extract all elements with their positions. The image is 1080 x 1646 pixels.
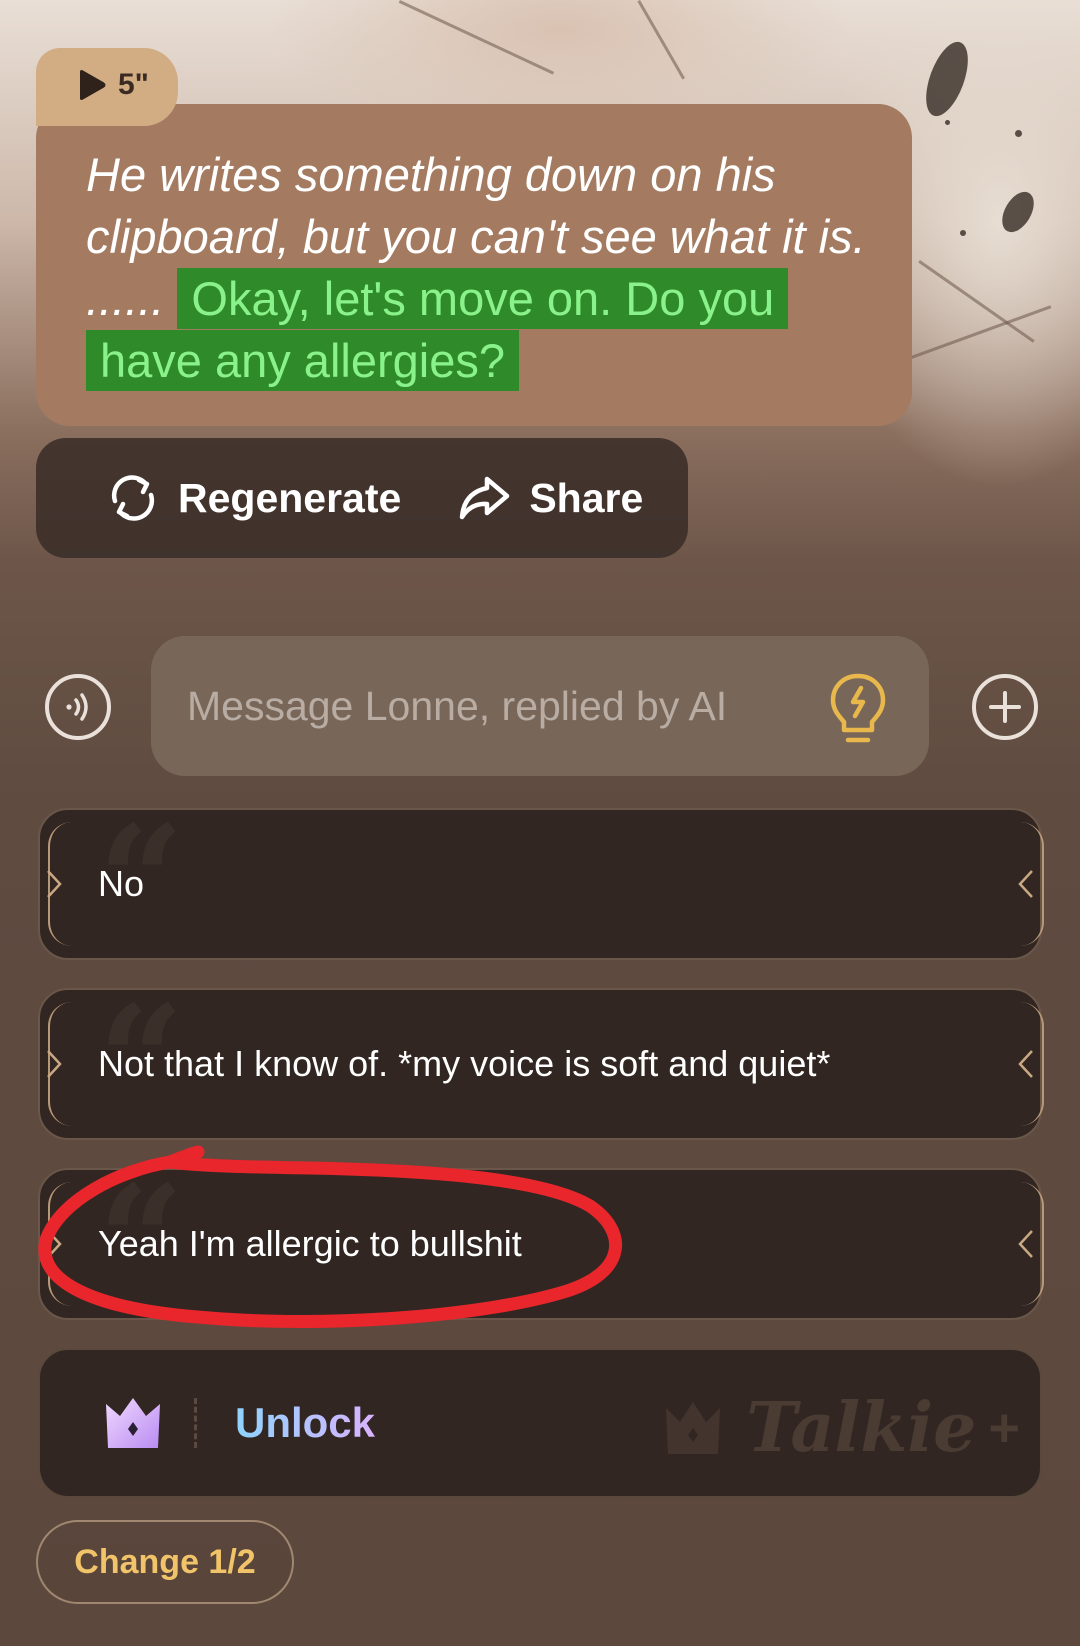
divider	[194, 1398, 197, 1448]
share-button[interactable]: Share	[457, 471, 643, 525]
crown-icon	[106, 1398, 160, 1448]
share-arrow-icon	[460, 476, 510, 520]
play-icon	[80, 70, 106, 100]
plus-icon	[989, 691, 1021, 723]
regenerate-icon	[111, 475, 155, 521]
frame-notch-icon	[47, 1230, 62, 1258]
duration-text: 5"	[118, 68, 149, 101]
narration-bubble[interactable]: He writes something down on his clipboar…	[36, 104, 912, 426]
frame-notch-icon	[1018, 1230, 1033, 1258]
narration-speech-highlight: Okay, let's move on. Do you have any all…	[86, 268, 789, 391]
change-suggestions-button[interactable]: Change 1/2	[36, 1520, 294, 1604]
talkie-brand-text: Talkie	[746, 1388, 977, 1468]
add-attachment-button[interactable]	[972, 674, 1038, 740]
regenerate-label: Regenerate	[178, 474, 402, 521]
reply-option[interactable]: “ No	[38, 806, 1044, 960]
voice-call-button[interactable]	[45, 674, 111, 740]
frame-notch-icon	[1018, 1050, 1033, 1078]
message-input[interactable]	[151, 636, 929, 776]
voice-wave-icon	[66, 693, 88, 721]
frame-notch-icon	[47, 870, 62, 898]
change-button-label: Change 1/2	[74, 1542, 256, 1581]
message-action-bar: Regenerate Share	[36, 438, 688, 558]
regenerate-button[interactable]: Regenerate	[106, 471, 401, 525]
talkie-plus-sign: +	[988, 1398, 1020, 1458]
reply-option-text: Not that I know of. *my voice is soft an…	[98, 1043, 831, 1084]
frame-notch-icon	[1018, 870, 1033, 898]
reply-option[interactable]: “ Yeah I'm allergic to bullshit	[38, 1166, 1044, 1320]
voice-duration-badge[interactable]: 5"	[36, 48, 178, 126]
share-label: Share	[529, 474, 644, 521]
talkie-plus-logo: Talkie +	[662, 1388, 1020, 1468]
lightbulb-hint-icon[interactable]	[828, 672, 888, 748]
unlock-premium-card[interactable]: Unlock Talkie +	[38, 1348, 1042, 1498]
unlock-label: Unlock	[235, 1399, 376, 1446]
reply-option-text: Yeah I'm allergic to bullshit	[98, 1223, 522, 1264]
reply-option[interactable]: “ Not that I know of. *my voice is soft …	[38, 986, 1044, 1140]
reply-option-text: No	[98, 863, 145, 904]
frame-notch-icon	[47, 1050, 62, 1078]
crown-watermark-icon	[666, 1402, 721, 1454]
